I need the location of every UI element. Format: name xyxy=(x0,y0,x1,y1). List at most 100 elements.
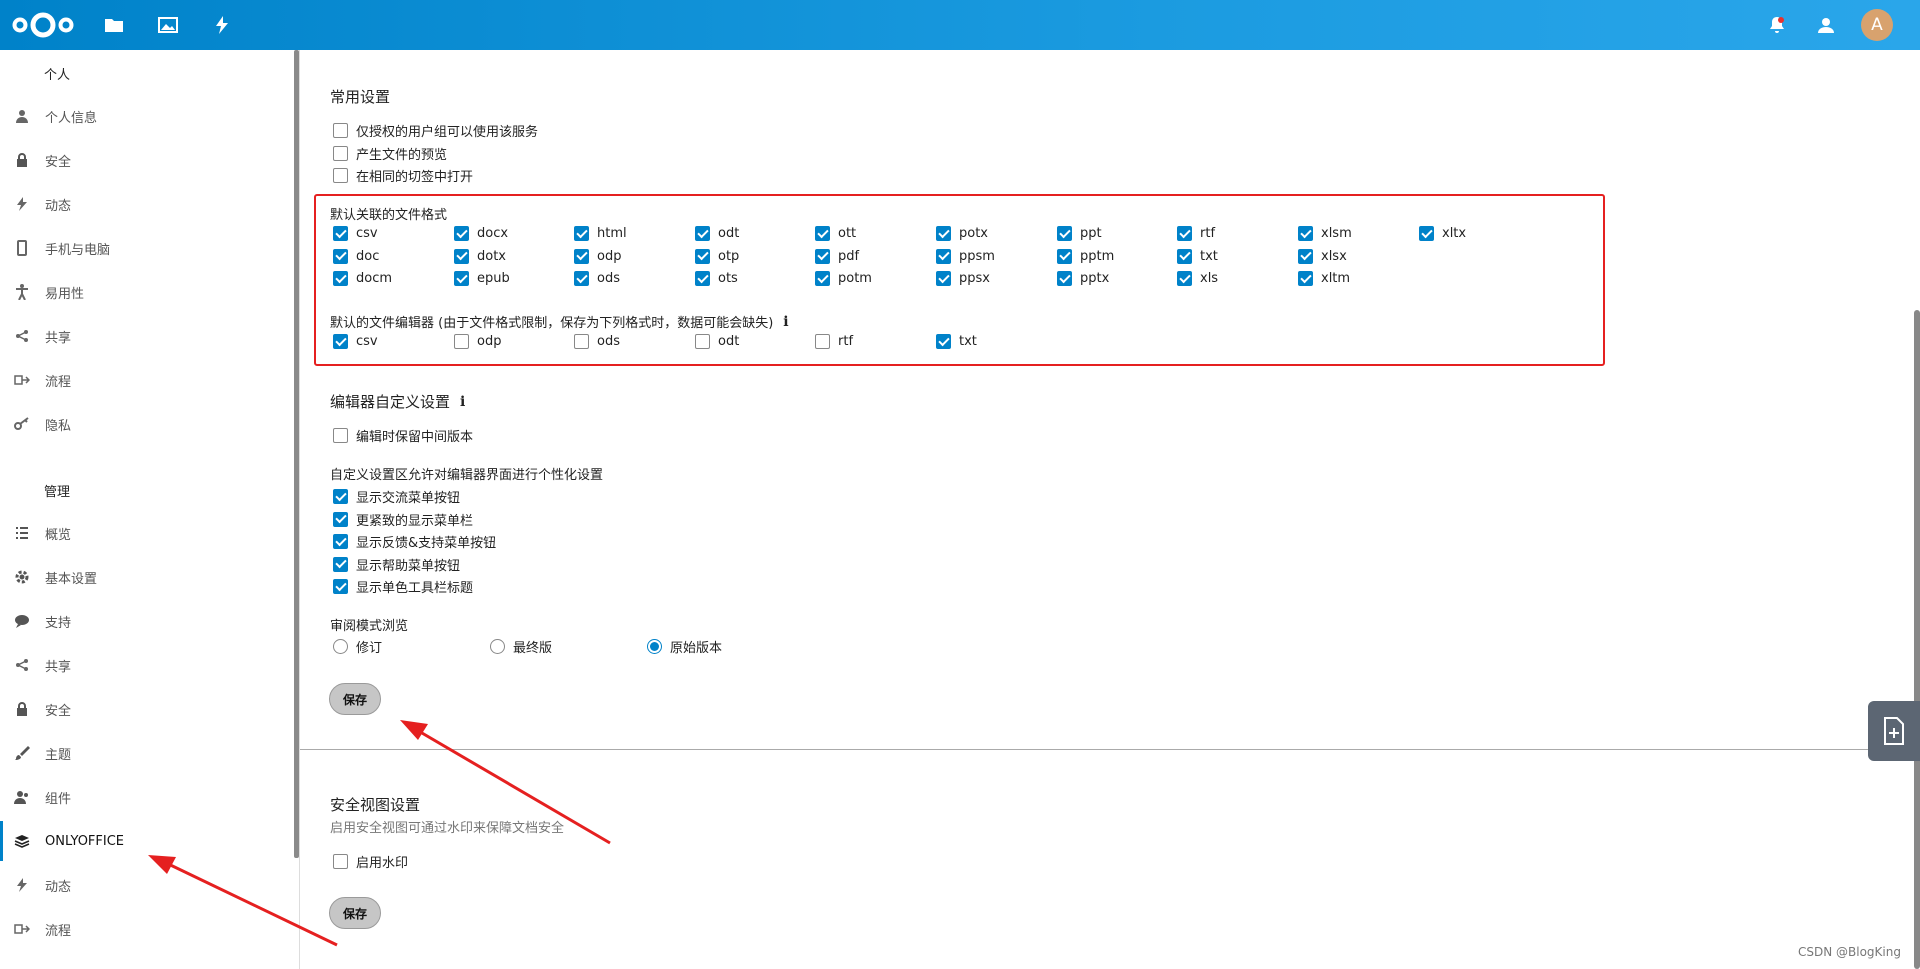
checkbox[interactable] xyxy=(936,334,951,349)
sidebar-item-隐私[interactable]: 隐私 xyxy=(0,404,292,444)
sidebar-item-手机与电脑[interactable]: 手机与电脑 xyxy=(0,228,292,268)
checkbox[interactable] xyxy=(815,226,830,241)
review-option[interactable]: 最终版 xyxy=(490,637,552,656)
checkbox[interactable] xyxy=(936,248,951,264)
custom-option[interactable]: 显示帮助菜单按钮 xyxy=(333,555,460,574)
common-option[interactable]: 仅授权的用户组可以使用该服务 xyxy=(333,121,538,140)
sidebar-item-组件[interactable]: 组件 xyxy=(0,777,292,817)
checkbox[interactable] xyxy=(333,534,348,549)
checkbox[interactable] xyxy=(333,428,348,443)
review-option[interactable]: 修订 xyxy=(333,637,382,656)
format-csv[interactable]: csv xyxy=(333,226,378,241)
checkbox[interactable] xyxy=(695,271,710,286)
format-ppsx[interactable]: ppsx xyxy=(936,271,990,286)
checkbox[interactable] xyxy=(333,854,348,869)
editor-format-odt[interactable]: odt xyxy=(695,334,739,349)
format-xltx[interactable]: xltx xyxy=(1419,226,1466,241)
enable-watermark-option[interactable]: 启用水印 xyxy=(333,852,408,871)
checkbox[interactable] xyxy=(1177,226,1192,241)
format-xlsx[interactable]: xlsx xyxy=(1298,248,1347,264)
format-xls[interactable]: xls xyxy=(1177,271,1218,286)
radio-button[interactable] xyxy=(333,639,348,654)
custom-option[interactable]: 显示反馈&支持菜单按钮 xyxy=(333,532,496,551)
sidebar-item-ONLYOFFICE[interactable]: ONLYOFFICE xyxy=(0,821,292,861)
checkbox[interactable] xyxy=(333,226,348,241)
nextcloud-logo-icon[interactable] xyxy=(10,0,76,50)
checkbox[interactable] xyxy=(333,556,348,572)
sidebar-item-基本设置[interactable]: 基本设置 xyxy=(0,557,292,597)
format-ods[interactable]: ods xyxy=(574,271,620,286)
format-pptx[interactable]: pptx xyxy=(1057,271,1109,286)
sidebar-item-易用性[interactable]: 易用性 xyxy=(0,272,292,312)
checkbox[interactable] xyxy=(333,334,348,349)
new-document-button[interactable] xyxy=(1868,701,1920,761)
user-avatar[interactable]: A xyxy=(1861,9,1893,41)
checkbox[interactable] xyxy=(333,168,348,183)
custom-option[interactable]: 更紧致的显示菜单栏 xyxy=(333,510,473,529)
editor-format-csv[interactable]: csv xyxy=(333,334,378,349)
checkbox[interactable] xyxy=(815,334,830,349)
format-odt[interactable]: odt xyxy=(695,226,739,241)
notifications-bell-icon[interactable] xyxy=(1764,0,1790,50)
checkbox[interactable] xyxy=(1057,226,1072,241)
format-doc[interactable]: doc xyxy=(333,248,379,264)
checkbox[interactable] xyxy=(936,271,951,286)
custom-option[interactable]: 显示单色工具栏标题 xyxy=(333,577,473,596)
checkbox[interactable] xyxy=(1298,271,1313,286)
secure-save-button[interactable]: 保存 xyxy=(329,897,381,929)
common-option[interactable]: 在相同的切签中打开 xyxy=(333,166,473,185)
checkbox[interactable] xyxy=(695,334,710,349)
radio-button[interactable] xyxy=(647,639,662,654)
format-xltm[interactable]: xltm xyxy=(1298,271,1350,286)
sidebar-item-动态[interactable]: 动态 xyxy=(0,865,292,905)
main-scrollbar[interactable] xyxy=(1914,310,1920,969)
sidebar-item-共享[interactable]: 共享 xyxy=(0,316,292,356)
checkbox[interactable] xyxy=(454,226,469,241)
checkbox[interactable] xyxy=(574,334,589,349)
format-html[interactable]: html xyxy=(574,226,627,241)
format-xlsm[interactable]: xlsm xyxy=(1298,226,1352,241)
format-potm[interactable]: potm xyxy=(815,271,872,286)
checkbox[interactable] xyxy=(695,226,710,241)
checkbox[interactable] xyxy=(695,248,710,264)
sidebar-item-动态[interactable]: 动态 xyxy=(0,184,292,224)
sidebar-item-流程[interactable]: 流程 xyxy=(0,360,292,400)
format-dotx[interactable]: dotx xyxy=(454,248,506,264)
checkbox[interactable] xyxy=(1298,248,1313,264)
format-potx[interactable]: potx xyxy=(936,226,988,241)
activity-app-icon[interactable] xyxy=(208,0,236,50)
checkbox[interactable] xyxy=(815,248,830,264)
checkbox[interactable] xyxy=(1177,271,1192,286)
checkbox[interactable] xyxy=(454,271,469,286)
files-app-icon[interactable] xyxy=(100,0,128,50)
editor-format-odp[interactable]: odp xyxy=(454,334,501,349)
contacts-menu-icon[interactable] xyxy=(1812,0,1840,50)
format-ppsm[interactable]: ppsm xyxy=(936,248,995,264)
info-icon[interactable]: i xyxy=(783,314,788,330)
checkbox[interactable] xyxy=(1419,226,1434,241)
format-ott[interactable]: ott xyxy=(815,226,856,241)
format-txt[interactable]: txt xyxy=(1177,248,1218,264)
checkbox[interactable] xyxy=(454,334,469,349)
checkbox[interactable] xyxy=(1177,248,1192,264)
save-button[interactable]: 保存 xyxy=(329,683,381,715)
format-ots[interactable]: ots xyxy=(695,271,738,286)
sidebar-item-概览[interactable]: 概览 xyxy=(0,513,292,553)
checkbox[interactable] xyxy=(333,123,348,138)
sidebar-item-共享[interactable]: 共享 xyxy=(0,645,292,685)
checkbox[interactable] xyxy=(1057,271,1072,286)
format-docx[interactable]: docx xyxy=(454,226,508,241)
keep-versions-option[interactable]: 编辑时保留中间版本 xyxy=(333,426,473,445)
checkbox[interactable] xyxy=(574,226,589,241)
info-icon[interactable]: i xyxy=(460,394,465,410)
checkbox[interactable] xyxy=(454,248,469,264)
format-odp[interactable]: odp xyxy=(574,248,621,264)
format-docm[interactable]: docm xyxy=(333,271,392,286)
format-otp[interactable]: otp xyxy=(695,248,739,264)
radio-button[interactable] xyxy=(490,639,505,654)
sidebar-item-流程[interactable]: 流程 xyxy=(0,909,292,949)
checkbox[interactable] xyxy=(1057,248,1072,264)
editor-format-ods[interactable]: ods xyxy=(574,334,620,349)
format-pdf[interactable]: pdf xyxy=(815,248,859,264)
checkbox[interactable] xyxy=(333,579,348,594)
